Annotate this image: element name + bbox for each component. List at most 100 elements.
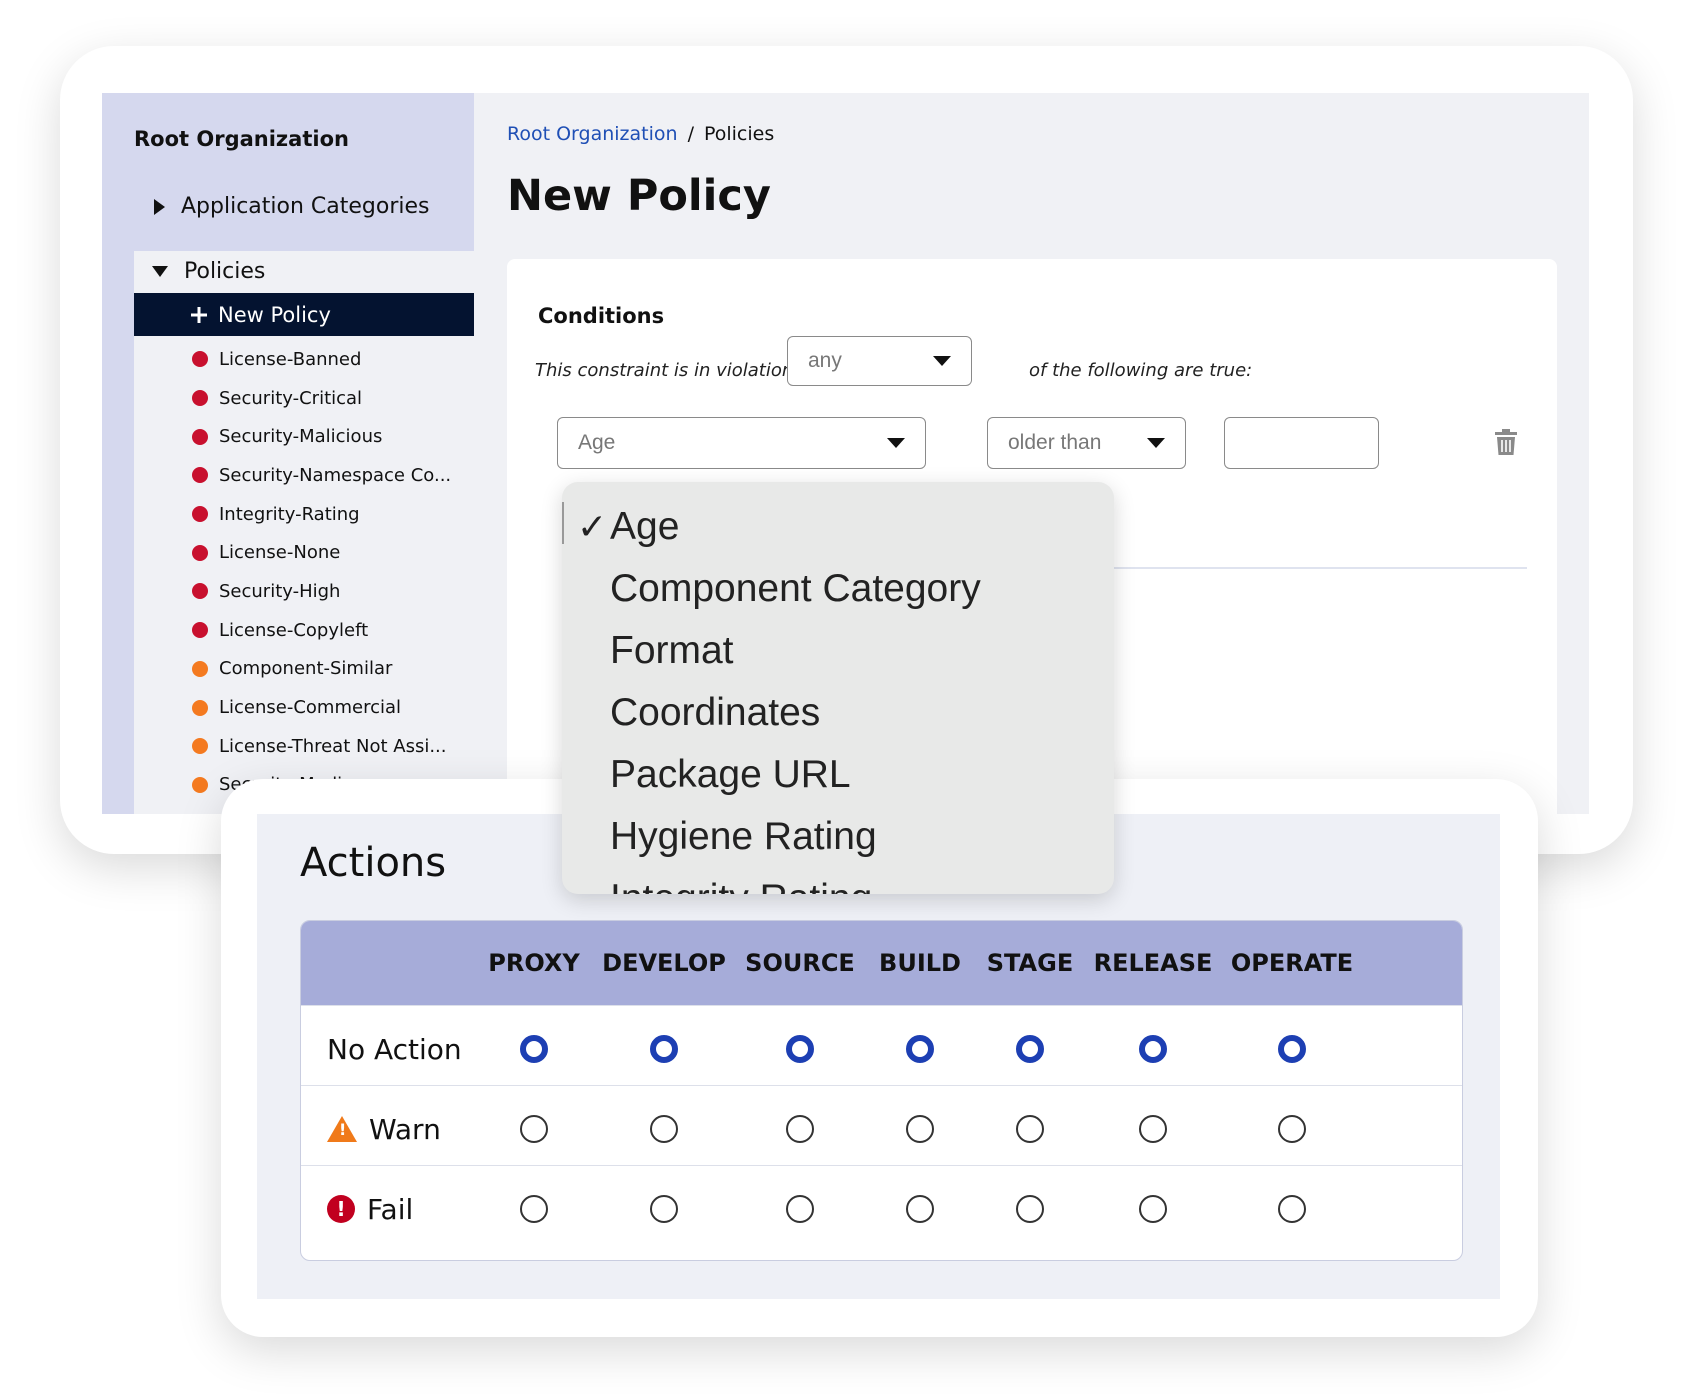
action-radio-develop[interactable] (650, 1115, 678, 1143)
action-row: ! Warn (301, 1085, 1462, 1171)
policy-name: Integrity-Rating (219, 503, 360, 525)
dropdown-option[interactable]: Component Category (562, 558, 1114, 620)
sidebar-item-label: Application Categories (181, 194, 430, 219)
policy-list-item[interactable]: Component-Similar (192, 650, 451, 689)
dropdown-option-label: Format (610, 629, 734, 672)
action-radio-release[interactable] (1139, 1035, 1167, 1063)
threat-level-dot-icon (192, 390, 208, 407)
policy-list-item[interactable]: License-Copyleft (192, 611, 451, 650)
dropdown-option[interactable]: Format (562, 620, 1114, 682)
dropdown-option-label: Component Category (610, 567, 981, 610)
breadcrumb-root-link[interactable]: Root Organization (507, 123, 678, 145)
action-radio-build[interactable] (906, 1115, 934, 1143)
condition-field-dropdown-menu: ✓ Age Component Category Format Coordinates P… (562, 482, 1114, 894)
sidebar-org-title[interactable]: Root Organization (134, 127, 349, 151)
action-radio-proxy[interactable] (520, 1115, 548, 1143)
action-radio-operate[interactable] (1278, 1195, 1306, 1223)
policy-list-item[interactable]: License-Banned (192, 340, 451, 379)
action-radio-source[interactable] (786, 1035, 814, 1063)
action-radio-stage[interactable] (1016, 1035, 1044, 1063)
dropdown-option-label: Coordinates (610, 691, 821, 734)
dropdown-option-label: Age (610, 505, 680, 548)
constraint-prefix-text: This constraint is in violation if (535, 360, 811, 381)
stage-column-header: RELEASE (1093, 949, 1213, 977)
condition-field-select[interactable]: Age (557, 417, 926, 469)
dropdown-option[interactable]: Coordinates (562, 682, 1114, 744)
policy-name: Security-Critical (219, 387, 363, 409)
policy-list: License-Banned Security-Critical Security-… (192, 340, 451, 804)
action-radio-proxy[interactable] (520, 1035, 548, 1063)
sidebar-item-policies[interactable]: Policies (152, 259, 265, 284)
action-radio-operate[interactable] (1278, 1115, 1306, 1143)
policy-name: License-Banned (219, 348, 362, 370)
policy-list-item[interactable]: Integrity-Rating (192, 495, 451, 534)
action-row-label: ! Fail (327, 1166, 413, 1252)
breadcrumb: Root Organization / Policies (507, 123, 774, 145)
action-radio-operate[interactable] (1278, 1035, 1306, 1063)
trash-icon[interactable] (1495, 429, 1517, 455)
policy-name: Security-Malicious (219, 426, 383, 448)
action-radio-build[interactable] (906, 1195, 934, 1223)
action-radio-source[interactable] (786, 1115, 814, 1143)
policy-list-item[interactable]: License-Commercial (192, 688, 451, 727)
condition-value-input[interactable] (1224, 417, 1379, 469)
policy-name: License-Commercial (219, 697, 402, 719)
dropdown-option-label: Hygiene Rating (610, 815, 877, 858)
policy-name: License-Threat Not Assi... (219, 735, 447, 757)
policy-list-item[interactable]: License-Threat Not Assi... (192, 727, 451, 766)
dropdown-option[interactable]: ✓ Age (562, 496, 1114, 558)
policy-name: Component-Similar (219, 658, 393, 680)
dropdown-option[interactable]: Package URL (562, 744, 1114, 806)
action-row: ! Fail (301, 1165, 1462, 1251)
match-select[interactable]: any (787, 336, 972, 386)
stage-column-header: SOURCE (745, 949, 855, 977)
page-title: New Policy (507, 171, 771, 221)
action-radio-build[interactable] (906, 1035, 934, 1063)
action-radio-develop[interactable] (650, 1035, 678, 1063)
dropdown-option[interactable]: Integrity Rating (562, 868, 1114, 894)
caret-down-icon (1147, 438, 1165, 448)
action-radio-develop[interactable] (650, 1195, 678, 1223)
stage-column-header: DEVELOP (602, 949, 726, 977)
action-row-label: No Action (327, 1006, 462, 1092)
action-radio-source[interactable] (786, 1195, 814, 1223)
actions-table-header: PROXY DEVELOP SOURCE BUILD STAGE RELEASE OPERA… (301, 921, 1462, 1005)
dropdown-option-list: ✓ Age Component Category Format Coordinates P… (562, 496, 1114, 894)
caret-down-icon (887, 438, 905, 448)
action-radio-stage[interactable] (1016, 1195, 1044, 1223)
action-row-label: ! Warn (327, 1086, 441, 1172)
warning-icon: ! (327, 1116, 357, 1142)
sidebar-item-label: Policies (184, 259, 266, 284)
new-policy-label: New Policy (218, 302, 331, 327)
new-policy-button[interactable]: New Policy (134, 293, 474, 336)
policy-list-item[interactable]: Security-Malicious (192, 417, 451, 456)
action-row: No Action (301, 1005, 1462, 1091)
fail-icon: ! (327, 1195, 355, 1223)
threat-level-dot-icon (192, 776, 208, 793)
checkmark-icon: ✓ (577, 506, 608, 547)
policy-list-item[interactable]: License-None (192, 533, 451, 572)
operator-value: older than (1008, 431, 1102, 454)
stage-column-header: OPERATE (1230, 949, 1354, 977)
policy-name: Security-Namespace Co... (219, 464, 452, 486)
caret-down-icon (933, 356, 951, 366)
threat-level-dot-icon (192, 699, 208, 716)
action-radio-release[interactable] (1139, 1115, 1167, 1143)
action-label: No Action (327, 1032, 462, 1066)
caret-down-icon (152, 266, 168, 277)
action-radio-stage[interactable] (1016, 1115, 1044, 1143)
policy-list-item[interactable]: Security-Critical (192, 379, 451, 418)
policy-list-item[interactable]: Security-Namespace Co... (192, 456, 451, 495)
policy-list-item[interactable]: Security-High (192, 572, 451, 611)
policy-name: License-None (219, 542, 341, 564)
condition-divider (1107, 567, 1527, 569)
action-radio-release[interactable] (1139, 1195, 1167, 1223)
operator-select[interactable]: older than (987, 417, 1186, 469)
caret-right-icon (154, 198, 165, 215)
sidebar-item-application-categories[interactable]: Application Categories (154, 194, 430, 219)
dropdown-option[interactable]: Hygiene Rating (562, 806, 1114, 868)
stage-column-header: PROXY (488, 949, 580, 977)
match-select-value: any (808, 349, 842, 372)
condition-field-value: Age (578, 431, 616, 454)
action-radio-proxy[interactable] (520, 1195, 548, 1223)
